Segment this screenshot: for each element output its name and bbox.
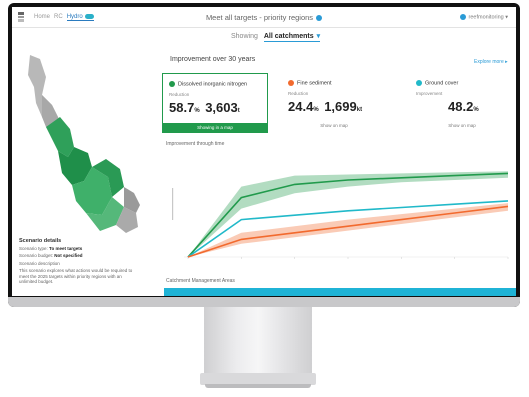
user-name: reefmonitoring [468, 14, 504, 21]
sediment-show-on-map-link[interactable]: Show on map [282, 123, 386, 128]
card-nitrogen-percent: 58.7 [169, 100, 195, 115]
improvement-chart[interactable] [164, 150, 516, 270]
card-sediment-percent: 24.4 [288, 99, 314, 114]
chevron-down-icon: ▾ [505, 14, 508, 21]
nitrogen-dot-icon [169, 81, 175, 87]
app-screen: Home RC Hydro Meet all targets - priorit… [12, 7, 516, 296]
card-nitrogen-label-text: Dissolved inorganic nitrogen [178, 81, 248, 88]
user-icon [459, 14, 466, 20]
scenario-budget-row: Scenario budget: Not specified [19, 253, 83, 258]
catchment-select[interactable]: All catchments ▾ [263, 33, 321, 42]
card-nitrogen-percent-unit: % [194, 108, 200, 114]
monitor-stand-shadow [205, 384, 311, 388]
scenario-type-key: Scenario type: [19, 246, 48, 251]
catchment-select-value: All catchments [263, 33, 314, 40]
region-map[interactable] [12, 47, 152, 237]
card-ground-cover-sub: Improvement [416, 91, 443, 96]
scenario-description-title: Scenario description [19, 261, 60, 266]
left-panel: Scenario details Scenario type: To meet … [12, 47, 160, 296]
card-sediment-label: Fine sediment [288, 80, 332, 86]
card-sediment[interactable]: Fine sediment Reduction 24.4% 1,699kt Sh… [282, 73, 386, 131]
card-ground-cover[interactable]: Ground cover Improvement 48.2% Show on m… [410, 73, 514, 131]
card-sediment-label-text: Fine sediment [297, 80, 332, 87]
monitor-frame: Home RC Hydro Meet all targets - priorit… [8, 3, 520, 307]
page-title-text: Meet all targets - priority regions [205, 13, 314, 22]
card-nitrogen-label: Dissolved inorganic nitrogen [169, 81, 247, 87]
chart-title: Improvement through time [166, 141, 225, 147]
scenario-budget-key: Scenario budget: [19, 253, 54, 258]
page-title: Meet all targets - priority regions [12, 13, 516, 22]
scenario-type-value: To meet targets [49, 246, 83, 251]
card-ground-cover-label: Ground cover [416, 80, 458, 86]
card-nitrogen[interactable]: Dissolved inorganic nitrogen Reduction 5… [162, 73, 268, 133]
card-ground-cover-percent-unit: % [473, 107, 479, 113]
card-nitrogen-amount-unit: t [237, 108, 240, 114]
card-sediment-amount-unit: kt [356, 107, 363, 113]
monitor-chin [8, 297, 520, 307]
top-bar: Home RC Hydro Meet all targets - priorit… [12, 7, 516, 28]
showing-filter: Showing All catchments ▾ [231, 32, 321, 42]
improvement-title: Improvement over 30 years [170, 56, 256, 63]
user-menu[interactable]: reefmonitoring ▾ [459, 14, 508, 21]
ground-cover-dot-icon [416, 80, 422, 86]
card-sediment-percent-unit: % [313, 107, 319, 113]
card-nitrogen-values: 58.7% 3,603t [169, 100, 244, 115]
catchment-areas-label: Catchment Management Areas [166, 278, 235, 284]
ground-cover-show-on-map-link[interactable]: Show on map [410, 123, 514, 128]
scenario-budget-value: Not specified [54, 253, 83, 258]
catchment-areas-bar[interactable] [164, 288, 516, 296]
showing-label: Showing [231, 33, 258, 40]
chevron-down-icon: ▾ [316, 33, 321, 40]
scenario-type-row: Scenario type: To meet targets [19, 246, 82, 251]
monitor-stand [204, 307, 312, 375]
explore-more-link[interactable]: Explore more ▸ [474, 59, 508, 65]
card-sediment-amount: 1,699 [324, 99, 357, 114]
info-icon[interactable] [316, 15, 323, 22]
scenario-description: This scenario explores what actions woul… [19, 268, 133, 284]
scenario-details-title: Scenario details [19, 238, 62, 244]
card-nitrogen-amount: 3,603 [205, 100, 238, 115]
card-ground-cover-values: 48.2% [448, 99, 483, 114]
card-ground-cover-percent: 48.2 [448, 99, 474, 114]
card-sediment-values: 24.4% 1,699kt [288, 99, 366, 114]
card-sediment-sub: Reduction [288, 91, 309, 96]
card-nitrogen-sub: Reduction [169, 92, 190, 97]
card-ground-cover-label-text: Ground cover [425, 80, 459, 87]
sediment-dot-icon [288, 80, 294, 86]
showing-in-map-button[interactable]: Showing in a map [163, 123, 267, 132]
chart-scroll-handle[interactable] [172, 188, 174, 220]
